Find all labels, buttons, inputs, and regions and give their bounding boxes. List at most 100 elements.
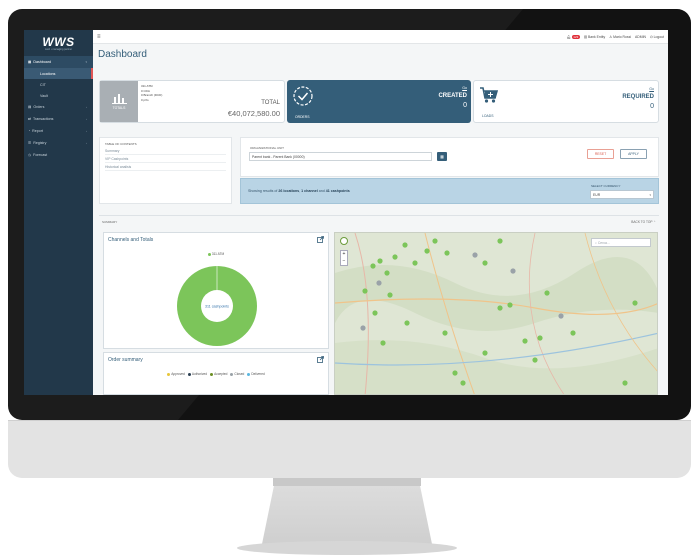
currency-label: SELECT CURRENCY <box>591 184 621 188</box>
sidebar-item-dashboard[interactable]: ▦ Dashboard ▾ <box>24 56 93 68</box>
apply-button[interactable]: APPLY <box>620 149 647 159</box>
legend-item[interactable]: 311 ATM <box>207 252 224 256</box>
sidebar-item-orders[interactable]: ▤ Orders › <box>24 101 93 113</box>
legend-label: Accepted <box>214 372 228 376</box>
map-search-placeholder: Cerca... <box>597 241 610 245</box>
page-title: Dashboard <box>98 49 147 60</box>
legend-swatch <box>167 372 171 376</box>
sidebar-item-transactions[interactable]: ⇄ Transactions › <box>24 113 93 125</box>
chevron-down-icon: ▾ <box>649 193 651 197</box>
topbar-right: 🔔︎ 123 ▥ Bank Entity ♙ Mario Rossi ADMIN… <box>566 34 664 39</box>
map-home-icon[interactable] <box>340 237 348 245</box>
order-summary-panel: Order summary Approved Authorized Accept… <box>103 352 329 395</box>
legend-label: Closed <box>234 372 245 376</box>
bank-entity-link[interactable]: ▥ Bank Entity <box>584 35 605 39</box>
orders-card[interactable]: ORDERS Go CREATED 0 <box>287 80 471 123</box>
map-search-input[interactable]: ⌕ Cerca... <box>591 238 651 247</box>
legend-swatch <box>187 372 191 376</box>
map-marker <box>570 330 576 336</box>
sidebar-subitem-label: Vault <box>40 93 48 98</box>
chevron-right-icon: › <box>86 129 87 133</box>
menu-toggle-icon[interactable]: ≡ <box>97 34 101 40</box>
map-marker <box>392 254 398 260</box>
sidebar-subitem-locations[interactable]: Locations <box>24 68 93 79</box>
orders-card-label: ORDERS <box>295 115 310 119</box>
map-marker <box>558 313 564 319</box>
map-marker <box>442 330 448 336</box>
sidebar-subitem-vault[interactable]: Vault <box>24 90 93 101</box>
legend-item[interactable]: Delivered <box>247 372 265 376</box>
section-divider <box>99 215 659 216</box>
logo-tagline: cash • managing partner <box>44 47 73 51</box>
zoom-in-button[interactable]: + <box>341 251 347 258</box>
toc-item-summary[interactable]: Summary <box>105 147 226 155</box>
results-summary: Showing results of 26 locations, 1 chann… <box>248 189 350 193</box>
sidebar-subitem-cit[interactable]: CIT <box>24 79 93 90</box>
zoom-out-button[interactable]: − <box>341 258 347 265</box>
transactions-icon: ⇄ <box>28 117 32 121</box>
legend-item[interactable]: Approved <box>167 372 185 376</box>
sidebar-item-report[interactable]: ◔ Report › <box>24 125 93 137</box>
orders-go-link[interactable]: Go <box>462 86 467 90</box>
totals-amount: €40,072,580.00 <box>227 109 280 118</box>
external-link-icon[interactable] <box>317 236 324 243</box>
bar-chart-icon <box>111 94 127 104</box>
results-info-bar: Showing results of 26 locations, 1 chann… <box>240 178 659 204</box>
power-icon: ⏻ <box>649 34 653 39</box>
map-marker <box>387 292 393 298</box>
cashpoints-map[interactable]: + − ⌕ Cerca... <box>334 232 658 395</box>
channels-donut-chart: 311 cashpoints <box>177 266 257 346</box>
totals-breakdown: 311 ATM 0 CDA 0 Branch (DCD) 0 pXs <box>141 84 162 102</box>
map-marker <box>532 357 538 363</box>
sidebar-subitem-label: CIT <box>40 82 46 87</box>
user-icon: ♙ <box>609 34 613 39</box>
sidebar-item-label: Transactions <box>33 117 54 121</box>
toc-item-historical[interactable]: Historical analisis <box>105 163 226 171</box>
sidebar-item-label: Forecast <box>33 153 48 157</box>
sidebar-item-registry[interactable]: ☰ Registry › <box>24 137 93 149</box>
org-unit-picker-button[interactable]: ▦ <box>437 152 447 161</box>
tree-icon: ▦ <box>440 154 444 159</box>
org-unit-input[interactable]: Parent bank - Parent Bank (00000) <box>249 152 432 161</box>
reset-button[interactable]: RESET <box>587 149 614 159</box>
orders-count: 0 <box>463 102 467 109</box>
map-canvas[interactable] <box>335 233 658 395</box>
order-summary-title: Order summary <box>108 357 143 363</box>
map-marker <box>460 380 466 386</box>
bank-icon: ▥ <box>583 34 588 39</box>
orders-icon: ▤ <box>28 105 32 109</box>
external-link-icon[interactable] <box>317 356 324 363</box>
legend-item[interactable]: Accepted <box>210 372 227 376</box>
totals-icon-label: TOTALS <box>112 106 126 110</box>
back-to-top-link[interactable]: BACK TO TOP ⌃ <box>631 220 656 224</box>
chevron-right-icon: › <box>86 141 87 145</box>
legend-swatch <box>230 372 234 376</box>
report-icon: ◔ <box>28 129 31 133</box>
map-marker <box>370 263 376 269</box>
filter-panel: ORGANIZATIONAL UNIT Parent bank - Parent… <box>240 137 659 177</box>
table-of-contents: TABLE OF CONTENTS Summary VIP Cashpoints… <box>99 137 232 204</box>
notifications-button[interactable]: 🔔︎ 123 <box>566 34 580 39</box>
user-link[interactable]: ♙ Mario Rossi <box>609 35 631 39</box>
map-marker <box>482 350 488 356</box>
logo[interactable]: WWS cash • managing partner <box>24 30 93 56</box>
legend-label: Delivered <box>251 372 265 376</box>
map-marker <box>510 268 516 274</box>
currency-select[interactable]: EUR ▾ <box>590 190 654 199</box>
loads-go-link[interactable]: Go <box>649 87 654 91</box>
legend-item[interactable]: Authorized <box>187 372 207 376</box>
sidebar-item-label: Report <box>32 129 43 133</box>
sidebar-item-forecast[interactable]: ◷ Forecast <box>24 149 93 161</box>
sidebar-item-label: Orders <box>33 105 45 109</box>
legend-item[interactable]: Closed <box>230 372 244 376</box>
notification-badge: 123 <box>571 34 580 39</box>
toc-item-vip-cashpoints[interactable]: VIP Cashpoints <box>105 155 226 163</box>
loads-card[interactable]: LOADS Go REQUIRED 0 <box>473 80 659 123</box>
logout-link[interactable]: ⏻ Logout <box>650 35 664 39</box>
registry-icon: ☰ <box>28 141 32 145</box>
results-prefix: Showing results of <box>248 189 278 193</box>
sidebar-subitem-label: Locations <box>40 71 56 76</box>
chevron-down-icon: ▾ <box>85 60 87 64</box>
donut-center-label: 311 cashpoints <box>205 305 229 309</box>
map-marker <box>360 325 366 331</box>
